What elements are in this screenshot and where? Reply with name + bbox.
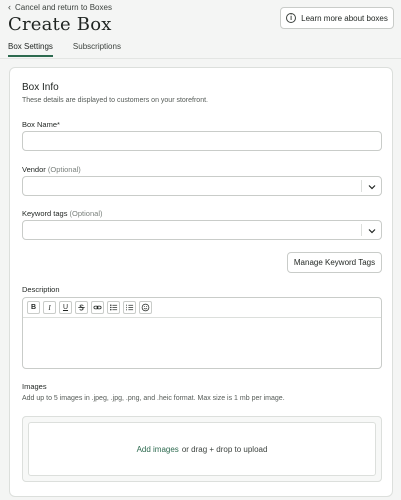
- image-dropzone[interactable]: Add images or drag + drop to upload: [28, 422, 376, 476]
- learn-more-label: Learn more about boxes: [301, 13, 388, 23]
- images-label: Images: [22, 382, 47, 391]
- select-divider: [361, 180, 362, 192]
- chevron-down-icon: [368, 185, 376, 190]
- manage-keyword-tags-button[interactable]: Manage Keyword Tags: [287, 252, 382, 273]
- drop-text: or drag + drop to upload: [181, 444, 268, 454]
- tab-subscriptions[interactable]: Subscriptions: [73, 42, 121, 57]
- box-name-input[interactable]: [22, 131, 382, 151]
- strikethrough-button[interactable]: [75, 301, 88, 314]
- section-title: Box Info: [22, 82, 59, 93]
- tab-divider: [0, 58, 401, 59]
- page-title: Create Box: [8, 14, 112, 35]
- underline-button[interactable]: U: [59, 301, 72, 314]
- chevron-down-icon: [368, 229, 376, 234]
- keyword-tags-select[interactable]: [22, 220, 382, 240]
- tab-box-settings[interactable]: Box Settings: [8, 42, 53, 57]
- images-help-text: Add up to 5 images in .jpeg, .jpg, .png,…: [22, 395, 285, 402]
- tab-bar: Box Settings Subscriptions: [8, 42, 121, 57]
- chevron-left-icon: ‹: [8, 2, 11, 12]
- vendor-label-text: Vendor: [22, 165, 46, 174]
- back-link[interactable]: ‹ Cancel and return to Boxes: [8, 2, 112, 13]
- select-divider: [361, 224, 362, 236]
- vendor-label: Vendor (Optional): [22, 165, 81, 174]
- description-text-area[interactable]: [23, 318, 381, 368]
- bulleted-list-icon: [110, 304, 118, 311]
- image-dropzone-frame: Add images or drag + drop to upload: [22, 416, 382, 482]
- numbered-list-icon: [126, 304, 134, 311]
- info-icon: i: [286, 13, 297, 23]
- add-images-link[interactable]: Add images: [137, 445, 179, 454]
- numbered-list-button[interactable]: [123, 301, 136, 314]
- link-button[interactable]: [91, 301, 104, 314]
- editor-toolbar: B I U: [23, 298, 381, 318]
- vendor-select[interactable]: [22, 176, 382, 196]
- vendor-optional: (Optional): [47, 165, 81, 174]
- keyword-tags-label-text: Keyword tags: [22, 209, 68, 218]
- box-name-label: Box Name*: [22, 120, 60, 129]
- learn-more-button[interactable]: i Learn more about boxes: [280, 7, 394, 29]
- back-link-label: Cancel and return to Boxes: [15, 3, 112, 12]
- bold-button[interactable]: B: [27, 301, 40, 314]
- description-editor: B I U: [22, 297, 382, 369]
- box-info-card: Box Info These details are displayed to …: [9, 67, 393, 497]
- emoji-button[interactable]: [139, 301, 152, 314]
- strikethrough-icon: [78, 304, 85, 311]
- description-label: Description: [22, 285, 60, 294]
- keyword-tags-optional: (Optional): [69, 209, 103, 218]
- smiley-icon: [141, 303, 150, 312]
- link-icon: [93, 305, 102, 310]
- bulleted-list-button[interactable]: [107, 301, 120, 314]
- keyword-tags-label: Keyword tags (Optional): [22, 209, 102, 218]
- italic-button[interactable]: I: [43, 301, 56, 314]
- section-subtitle: These details are displayed to customers…: [22, 97, 208, 104]
